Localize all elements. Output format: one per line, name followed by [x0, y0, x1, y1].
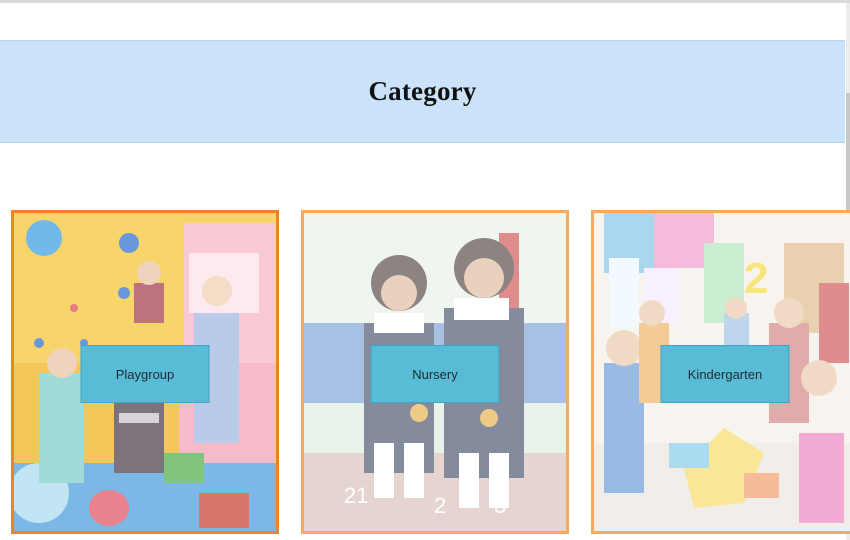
page-title: Category	[368, 76, 477, 106]
nursery-button[interactable]: Nursery	[370, 345, 500, 403]
category-header: Category	[0, 40, 845, 143]
playgroup-button[interactable]: Playgroup	[80, 345, 210, 403]
category-card-kindergarten[interactable]: 2 Kindergarten	[591, 210, 850, 534]
category-card-nursery[interactable]: 21 2 3 Nursery	[301, 210, 569, 534]
kindergarten-button[interactable]: Kindergarten	[660, 345, 790, 403]
category-card-playgroup[interactable]: Playgroup	[11, 210, 279, 534]
top-border	[0, 0, 850, 3]
